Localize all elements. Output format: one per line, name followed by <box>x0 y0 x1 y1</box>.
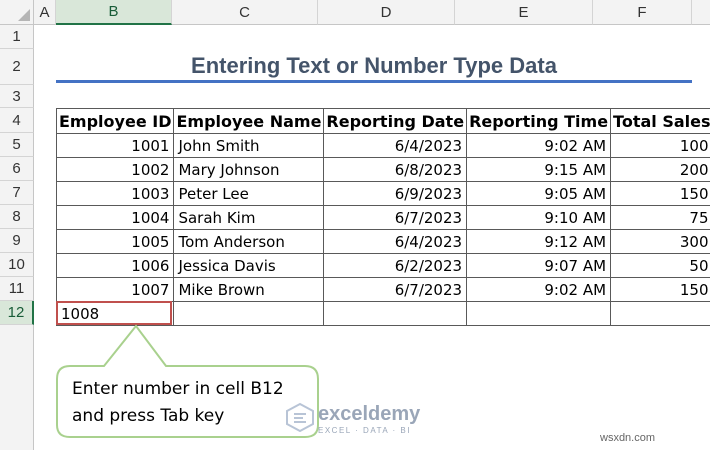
watermark-tagline: EXCEL · DATA · BI <box>318 426 411 435</box>
callout-text: Enter number in cell B12 and press Tab k… <box>72 376 312 430</box>
callout-line-1: Enter number in cell B12 <box>72 379 284 399</box>
exceldemy-logo-icon <box>286 402 314 432</box>
site-watermark: wsxdn.com <box>600 432 656 444</box>
callout-line-2: and press Tab key <box>72 406 225 426</box>
watermark-name: exceldemy <box>318 403 421 425</box>
